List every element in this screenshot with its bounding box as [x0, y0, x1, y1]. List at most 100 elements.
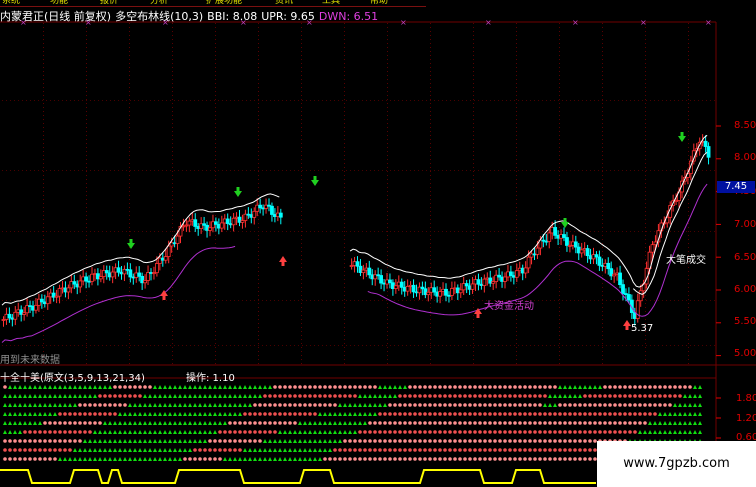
grid-dot [387, 319, 388, 320]
grid-dot [382, 300, 383, 301]
grid-dot [494, 231, 495, 232]
signal-dot-red [418, 448, 422, 452]
grid-dot [618, 170, 619, 171]
signal-dot-red [393, 439, 397, 443]
signal-dot-green [148, 457, 152, 461]
grid-dot [172, 147, 173, 148]
grid-dot [645, 303, 646, 304]
grid-dot [602, 359, 603, 360]
signal-dot-red [553, 385, 557, 389]
grid-dot [344, 59, 345, 60]
grid-dot [258, 143, 259, 144]
grid-dot [559, 103, 560, 104]
signal-dot-green [308, 457, 312, 461]
grid-dot [602, 363, 603, 364]
grid-dot [362, 231, 363, 232]
grid-dot [129, 131, 130, 132]
signal-dot-green [208, 421, 212, 425]
signal-dot-green [558, 394, 562, 398]
signal-dot-green [663, 430, 667, 434]
candle-down [376, 274, 381, 277]
grid-dot [387, 203, 388, 204]
signal-dot-green [28, 403, 32, 407]
grid-dot [666, 231, 667, 232]
grid-dot [258, 95, 259, 96]
signal-dot-red [548, 457, 552, 461]
grid-dot [142, 100, 143, 101]
grid-dot [678, 170, 679, 171]
grid-dot [344, 127, 345, 128]
signal-dot-red [433, 412, 437, 416]
signal-dot-red [463, 421, 467, 425]
grid-dot [344, 35, 345, 36]
signal-dot-red [613, 385, 617, 389]
grid-dot [138, 300, 139, 301]
price-chart[interactable]: × × × × × × × × × × [0, 0, 756, 487]
signal-dot-red [513, 412, 517, 416]
grid-dot [426, 300, 427, 301]
signal-dot-red [233, 439, 237, 443]
signal-dot-green [343, 421, 347, 425]
grid-dot [202, 100, 203, 101]
grid-dot [70, 345, 71, 346]
grid-dot [286, 300, 287, 301]
grid-dot [688, 327, 689, 328]
grid-dot [82, 100, 83, 101]
candle-up [526, 256, 531, 269]
grid-dot [502, 345, 503, 346]
grid-dot [242, 170, 243, 171]
grid-dot [172, 263, 173, 264]
grid-dot [473, 323, 474, 324]
grid-dot [688, 67, 689, 68]
grid-dot [450, 231, 451, 232]
signal-dot-green [323, 430, 327, 434]
grid-dot [206, 345, 207, 346]
signal-dot-red [343, 394, 347, 398]
signal-dot-red [663, 394, 667, 398]
grid-dot [214, 231, 215, 232]
grid-dot [172, 55, 173, 56]
grid-dot [582, 300, 583, 301]
grid-dot [214, 345, 215, 346]
grid-dot [473, 191, 474, 192]
signal-dot-red [628, 385, 632, 389]
signal-dot-red [218, 430, 222, 434]
grid-dot [301, 183, 302, 184]
grid-dot [274, 345, 275, 346]
candle-up [93, 273, 97, 276]
signal-dot-red [63, 421, 67, 425]
grid-dot [662, 345, 663, 346]
grid-dot [142, 231, 143, 232]
signal-dot-red [73, 430, 77, 434]
grid-dot [94, 100, 95, 101]
signal-dot-red [573, 439, 577, 443]
signal-dot-red [578, 457, 582, 461]
signal-dot-green [318, 430, 322, 434]
signal-dot-green [213, 394, 217, 398]
grid-dot [482, 231, 483, 232]
grid-dot [86, 91, 87, 92]
signal-dot-red [423, 421, 427, 425]
signal-dot-red [238, 421, 242, 425]
candle-down [455, 287, 460, 294]
signal-dot-red [58, 430, 62, 434]
candle-up [429, 287, 434, 293]
signal-dot-red [393, 421, 397, 425]
signal-dot-red [18, 457, 22, 461]
signal-dot-green [153, 385, 157, 389]
candle-down [464, 283, 469, 287]
grid-dot [43, 283, 44, 284]
signal-dot-red [113, 385, 117, 389]
signal-dot-green [133, 439, 137, 443]
candle-up [615, 272, 619, 275]
candle-down [500, 276, 504, 282]
grid-dot [430, 243, 431, 244]
grid-dot [473, 243, 474, 244]
grid-dot [162, 231, 163, 232]
grid-dot [344, 187, 345, 188]
lower-indicator-title[interactable]: 十全十美(原文(3,5,9,13,21,34) [0, 369, 145, 384]
grid-dot [172, 199, 173, 200]
grid-dot [86, 175, 87, 176]
signal-dot-red [428, 421, 432, 425]
grid-dot [258, 359, 259, 360]
